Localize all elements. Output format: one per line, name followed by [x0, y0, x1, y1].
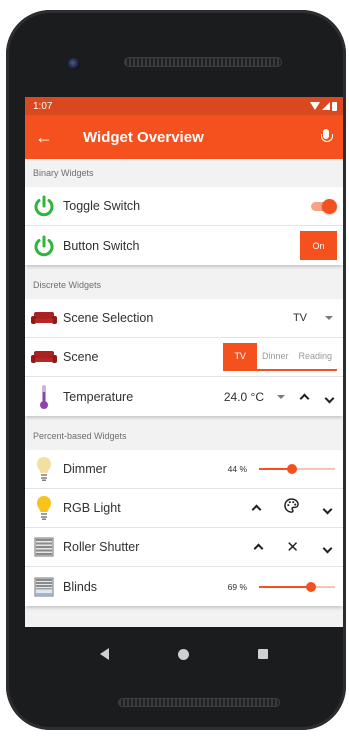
thermometer-icon: [31, 384, 57, 410]
status-icons: [310, 101, 337, 111]
dimmer-value: 44 %: [227, 464, 247, 474]
scene-segmented-control: TV Dinner Reading: [223, 343, 337, 371]
row-blinds: Blinds 69 %: [25, 567, 343, 606]
app-screen: 1:07 ← Widget Overview Binary Widgets To…: [25, 97, 343, 627]
section-header-discrete: Discrete Widgets: [25, 271, 343, 299]
on-button[interactable]: On: [300, 231, 337, 260]
slider-fill: [259, 585, 312, 588]
nav-home-icon[interactable]: [177, 648, 189, 660]
row-scene-selection: Scene Selection TV: [25, 299, 343, 338]
card-discrete: Scene Selection TV Scene TV Dinner Readi…: [25, 299, 343, 416]
power-icon: [31, 193, 57, 219]
blinds-slider[interactable]: [259, 581, 335, 593]
nav-back-icon[interactable]: [99, 648, 109, 660]
chevron-down-icon[interactable]: [323, 389, 335, 405]
chevron-up-icon[interactable]: [298, 389, 310, 405]
bulb-icon: [31, 456, 57, 482]
temperature-setpoint: 24.0 °C: [224, 389, 335, 405]
arrow-left-icon[interactable]: ←: [35, 127, 65, 148]
scene-option-dinner[interactable]: Dinner: [257, 343, 294, 369]
shutter-icon: [31, 534, 57, 560]
chevron-down-icon: [325, 316, 333, 320]
chevron-up-icon[interactable]: [250, 500, 262, 516]
status-time: 1:07: [33, 100, 53, 112]
wifi-icon: [310, 102, 320, 110]
earpiece-speaker: [124, 57, 282, 67]
bulb-on-icon: [31, 495, 57, 521]
section-header-binary: Binary Widgets: [25, 159, 343, 187]
scene-label: Scene: [63, 350, 99, 364]
signal-icon: [322, 102, 330, 110]
palette-icon[interactable]: [284, 498, 299, 518]
scene-selection-label: Scene Selection: [63, 311, 154, 325]
page-title: Widget Overview: [83, 128, 204, 146]
slider-knob[interactable]: [306, 581, 317, 592]
status-bar: 1:07: [25, 97, 343, 115]
button-switch-label: Button Switch: [63, 238, 140, 253]
chevron-down-icon[interactable]: [321, 539, 333, 555]
chevron-down-icon[interactable]: [321, 500, 333, 516]
blinds-control: 69 %: [219, 581, 335, 593]
roller-shutter-label: Roller Shutter: [63, 540, 140, 554]
scene-option-reading[interactable]: Reading: [293, 343, 337, 369]
stop-icon[interactable]: ✕: [286, 538, 299, 556]
blinds-icon: [31, 574, 57, 600]
section-header-percent: Percent-based Widgets: [25, 422, 343, 450]
battery-icon: [332, 101, 337, 111]
row-temperature: Temperature 24.0 °C: [25, 377, 343, 416]
blinds-label: Blinds: [63, 579, 98, 594]
toggle-switch[interactable]: [309, 199, 337, 214]
system-nav-bar: [25, 627, 343, 681]
row-button-switch: Button Switch On: [25, 226, 343, 265]
card-percent: Dimmer 44 % RGB Light Roller Shutter ✕ B…: [25, 450, 343, 606]
dimmer-control: 44 %: [219, 463, 335, 475]
rgb-light-label: RGB Light: [63, 501, 121, 515]
card-binary: Toggle Switch Button Switch On: [25, 187, 343, 265]
temperature-value[interactable]: 24.0 °C: [224, 390, 264, 404]
app-bar: ← Widget Overview: [25, 115, 343, 159]
scene-option-tv[interactable]: TV: [223, 343, 257, 369]
scene-selection-value: TV: [292, 312, 307, 324]
slider-knob[interactable]: [287, 464, 298, 474]
chevron-up-icon[interactable]: [252, 539, 264, 555]
row-toggle-switch[interactable]: Toggle Switch: [25, 187, 343, 226]
toggle-switch-label: Toggle Switch: [63, 199, 141, 213]
rgb-light-controls: [250, 498, 335, 518]
switch-thumb: [322, 199, 337, 214]
scene-selection-dropdown[interactable]: TV: [293, 312, 335, 324]
sofa-icon: [31, 305, 57, 331]
nav-recents-icon[interactable]: [258, 649, 269, 659]
row-rgb-light: RGB Light: [25, 489, 343, 528]
sofa-icon: [31, 344, 57, 370]
chevron-down-small-icon[interactable]: [277, 394, 285, 399]
front-camera: [68, 58, 80, 70]
blinds-value: 69 %: [227, 581, 247, 592]
roller-shutter-controls: ✕: [252, 538, 335, 556]
dimmer-label: Dimmer: [63, 462, 107, 476]
row-scene: Scene TV Dinner Reading: [25, 338, 343, 377]
row-roller-shutter: Roller Shutter ✕: [25, 528, 343, 567]
power-icon: [31, 233, 57, 259]
dimmer-slider[interactable]: [259, 463, 335, 475]
bottom-speaker: [118, 698, 280, 707]
row-dimmer: Dimmer 44 %: [25, 450, 343, 489]
microphone-icon[interactable]: [319, 127, 333, 147]
temperature-label: Temperature: [63, 389, 134, 404]
